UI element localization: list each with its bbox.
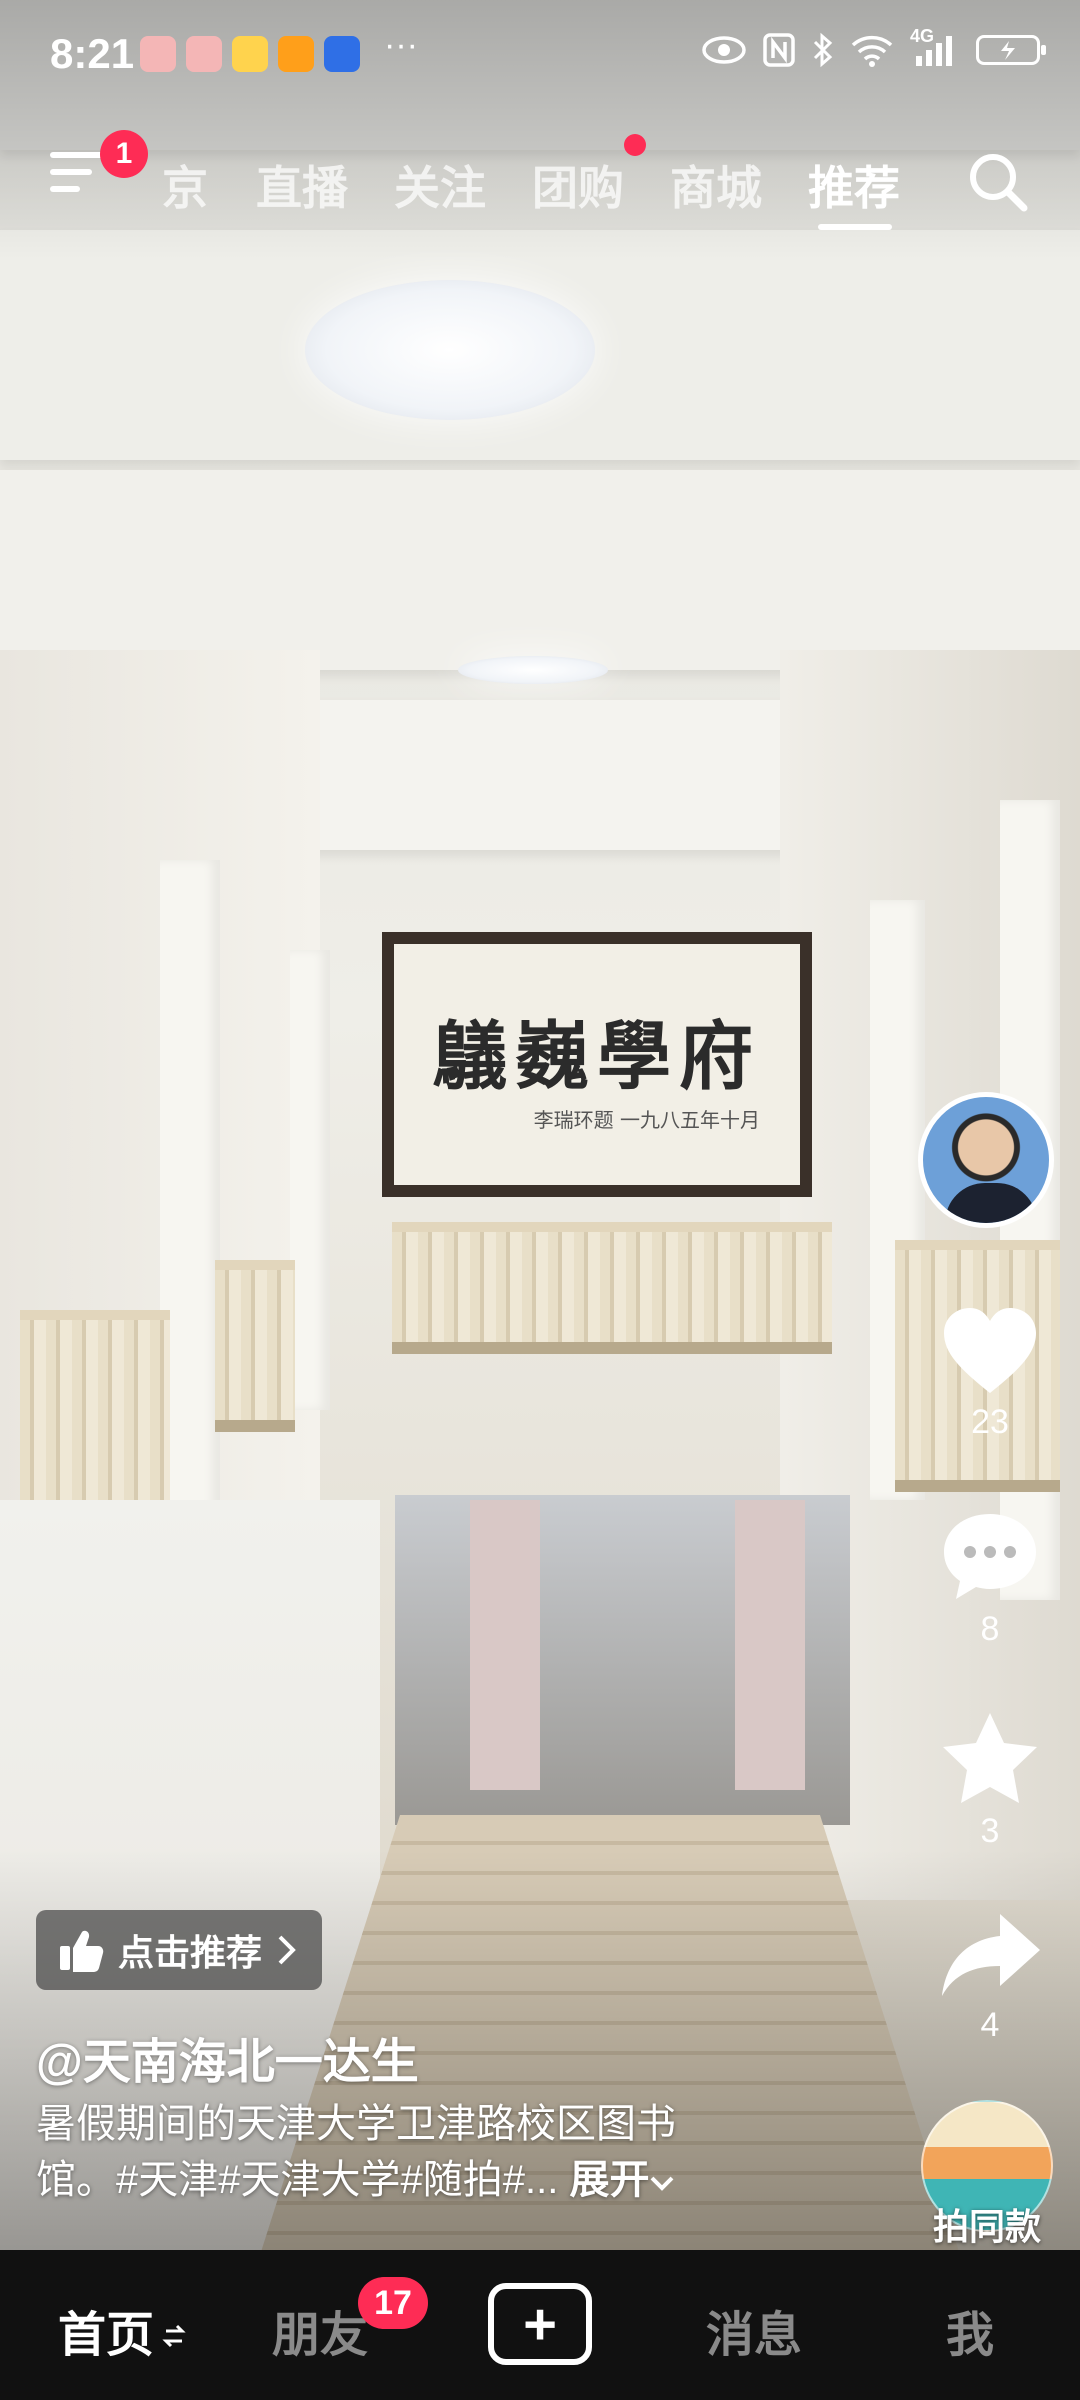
friends-badge: 17 xyxy=(358,2277,428,2329)
author-avatar[interactable] xyxy=(918,1092,1054,1228)
app-notification-icon xyxy=(324,36,360,72)
app-notification-icon xyxy=(186,36,222,72)
tab-following[interactable]: 关注 xyxy=(394,152,486,218)
favorite-button[interactable]: 3 xyxy=(930,1710,1050,1851)
balustrade-left-2 xyxy=(215,1260,295,1432)
bottom-tab-bar: 首页 朋友 17 + 消息 我 xyxy=(0,2250,1080,2400)
remix-button[interactable]: 拍同款 xyxy=(920,2100,1054,2250)
like-count: 23 xyxy=(971,1403,1009,1441)
comment-count: 8 xyxy=(980,1610,1000,1648)
nfc-icon xyxy=(763,33,795,67)
group-buy-dot xyxy=(624,134,646,156)
wifi-icon xyxy=(851,35,893,67)
battery-icon xyxy=(976,35,1046,65)
top-nav: 1 京 直播 关注 团购 商城 推荐 xyxy=(0,130,1080,240)
chevron-down-icon xyxy=(651,2176,674,2191)
search-icon[interactable] xyxy=(966,150,1030,214)
tab-recommend[interactable]: 推荐 xyxy=(808,152,900,218)
ceiling-lamp xyxy=(305,280,595,420)
calligraphy-text: 鸃巍學府 xyxy=(433,1013,761,1100)
bluetooth-icon xyxy=(813,32,833,68)
balustrade-left xyxy=(20,1310,170,1532)
tab-local[interactable]: 京 xyxy=(162,152,208,218)
app-notification-icon xyxy=(278,36,314,72)
app-notification-icon xyxy=(140,36,176,72)
tab-group-buy[interactable]: 团购 xyxy=(532,152,624,218)
notification-icons xyxy=(140,36,360,72)
create-button[interactable]: + xyxy=(488,2283,592,2365)
ceiling-lamp-far xyxy=(458,656,608,684)
tab-live[interactable]: 直播 xyxy=(256,152,348,218)
caption-line-1: 暑假期间的天津大学卫津路校区图书 xyxy=(36,2102,676,2146)
status-time: 8:21 xyxy=(50,30,135,77)
comment-button[interactable]: 8 xyxy=(930,1510,1050,1649)
more-notifications-icon: ··· xyxy=(384,26,418,64)
tab-me[interactable]: 我 xyxy=(946,2295,994,2365)
share-count: 4 xyxy=(980,2006,1000,2044)
tab-mall[interactable]: 商城 xyxy=(670,152,762,218)
eye-icon xyxy=(702,36,746,64)
balustrade-center xyxy=(392,1222,832,1354)
share-arrow-icon xyxy=(942,1914,1040,1996)
video-caption[interactable]: 暑假期间的天津大学卫津路校区图书 馆。#天津#天津大学#随拍#... 展开 xyxy=(36,2096,796,2208)
tab-messages[interactable]: 消息 xyxy=(706,2295,802,2365)
calligraphy-scroll: 鸃巍學府 李瑞环题 一九八五年十月 xyxy=(382,932,812,1197)
swap-icon xyxy=(162,2324,186,2348)
star-icon xyxy=(943,1713,1037,1803)
tab-home-label: 首页 xyxy=(58,2309,155,2362)
like-button[interactable]: 23 xyxy=(930,1305,1050,1442)
favorite-count: 3 xyxy=(980,1812,1000,1850)
recommend-button[interactable]: 点击推荐 xyxy=(36,1910,323,1990)
signal-icon: 4G xyxy=(910,26,960,68)
expand-caption-button[interactable]: 展开 xyxy=(569,2158,675,2202)
comment-icon xyxy=(944,1514,1036,1599)
remix-label: 拍同款 xyxy=(932,2206,1041,2247)
status-bar: 8:21 ··· 4G xyxy=(0,0,1080,110)
heart-icon xyxy=(944,1308,1036,1393)
recommend-label: 点击推荐 xyxy=(118,1932,263,1973)
tab-friends[interactable]: 朋友 xyxy=(272,2295,368,2365)
menu-badge: 1 xyxy=(100,130,148,178)
chevron-right-icon xyxy=(278,1935,296,1965)
author-name[interactable]: @天南海北一达生 xyxy=(36,2022,419,2092)
weibo-icon xyxy=(232,36,268,72)
tab-home[interactable]: 首页 xyxy=(58,2295,186,2365)
thumbs-up-icon xyxy=(60,1930,104,1972)
caption-line-2: 馆。#天津#天津大学#随拍#... xyxy=(36,2158,559,2202)
share-button[interactable]: 4 xyxy=(930,1910,1050,2045)
calligraphy-signature: 李瑞环题 一九八五年十月 xyxy=(533,1107,760,1132)
expand-label: 展开 xyxy=(569,2158,650,2202)
active-tab-indicator xyxy=(818,224,892,230)
